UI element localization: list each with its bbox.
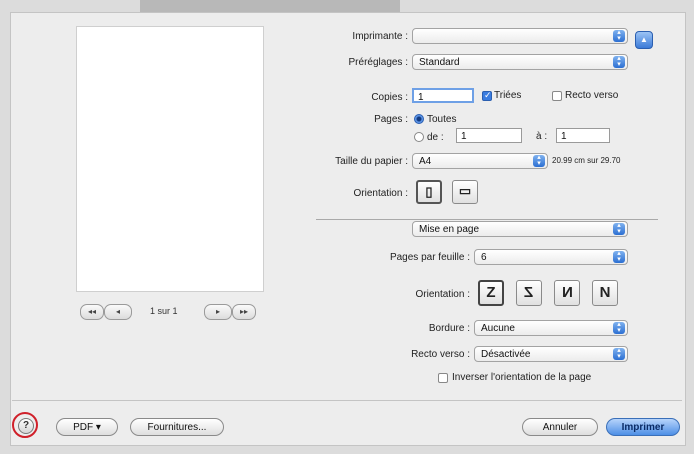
pages-range-radio[interactable] — [414, 132, 424, 142]
disclosure-up-icon: ▲ — [640, 35, 648, 44]
chevron-updown-icon: ▴ ▾ — [613, 347, 625, 360]
paper-size-value: A4 — [419, 156, 432, 167]
collated-checkbox[interactable] — [482, 90, 492, 101]
duplex-label: Recto verso : — [411, 349, 470, 360]
duplex-select[interactable]: Désactivée ▴ ▾ — [474, 346, 628, 362]
portrait-page-icon: ▯ — [425, 184, 433, 199]
layout-direction-label: Orientation : — [415, 289, 470, 300]
copies-duplex-checkbox[interactable] — [552, 91, 562, 101]
copies-label: Copies : — [371, 92, 408, 103]
copies-input[interactable]: 1 — [412, 88, 474, 103]
pages-all-radio[interactable] — [414, 114, 424, 124]
first-page-button[interactable]: ◂◂ — [80, 304, 104, 320]
layout-direction-reverse-n-button[interactable]: N — [592, 280, 618, 306]
pdf-menu-button[interactable]: PDF ▾ — [56, 418, 118, 436]
print-button[interactable]: Imprimer — [606, 418, 680, 436]
collated-label: Triées — [494, 90, 522, 101]
landscape-page-icon: ▭ — [458, 183, 472, 198]
presets-label: Préréglages : — [348, 57, 408, 68]
last-page-button[interactable]: ▸▸ — [232, 304, 256, 320]
page-counter: 1 sur 1 — [150, 306, 178, 316]
printer-select[interactable]: ▴ ▾ — [412, 28, 628, 44]
paper-size-label: Taille du papier : — [335, 156, 408, 167]
paper-dimensions: 20.99 cm sur 29.70 — [552, 156, 621, 165]
n-direction-icon: N — [561, 284, 573, 301]
border-select[interactable]: Aucune ▴ ▾ — [474, 320, 628, 336]
landscape-orientation-button[interactable]: ▭ — [452, 180, 478, 204]
duplex-value: Désactivée — [481, 349, 531, 360]
printer-label: Imprimante : — [352, 31, 408, 42]
presets-value: Standard — [419, 57, 460, 68]
footer-separator — [12, 400, 682, 401]
pages-all-label: Toutes — [427, 114, 457, 125]
reverse-orientation-checkbox[interactable] — [438, 373, 448, 383]
chevron-updown-icon: ▴ ▾ — [613, 250, 625, 263]
chevron-updown-icon: ▴ ▾ — [613, 55, 625, 68]
section-select[interactable]: Mise en page ▴ ▾ — [412, 221, 628, 237]
layout-direction-reverse-z-button[interactable]: Z — [516, 280, 542, 306]
chevron-updown-icon: ▴ ▾ — [613, 29, 625, 42]
pages-from-input[interactable]: 1 — [456, 128, 522, 143]
pages-from-label: de : — [427, 132, 444, 143]
page-preview — [76, 26, 264, 292]
reverse-orientation-label: Inverser l'orientation de la page — [452, 372, 592, 383]
pages-label: Pages : — [374, 114, 408, 125]
paper-size-select[interactable]: A4 ▴ ▾ — [412, 153, 548, 169]
copies-duplex-label: Recto verso — [565, 90, 619, 101]
previous-page-button[interactable]: ◂ — [104, 304, 132, 320]
pages-per-sheet-value: 6 — [481, 252, 487, 263]
supplies-button[interactable]: Fournitures... — [130, 418, 224, 436]
expand-details-button[interactable]: ▲ — [635, 31, 653, 49]
layout-direction-z-button[interactable]: Z — [478, 280, 504, 306]
pages-per-sheet-select[interactable]: 6 ▴ ▾ — [474, 249, 628, 265]
pages-to-label: à : — [536, 131, 548, 142]
chevron-updown-icon: ▴ ▾ — [533, 154, 545, 167]
chevron-updown-icon: ▴ ▾ — [613, 222, 625, 235]
reverse-n-direction-icon: N — [599, 284, 611, 301]
presets-select[interactable]: Standard ▴ ▾ — [412, 54, 628, 70]
layout-direction-n-button[interactable]: N — [554, 280, 580, 306]
z-direction-icon: Z — [486, 284, 496, 301]
section-separator — [316, 219, 658, 220]
question-mark-icon: ? — [22, 420, 30, 431]
cancel-button[interactable]: Annuler — [522, 418, 598, 436]
portrait-orientation-button[interactable]: ▯ — [416, 180, 442, 204]
border-label: Bordure : — [428, 323, 470, 334]
border-value: Aucune — [481, 323, 515, 334]
window-titlebar — [140, 0, 400, 12]
help-button[interactable]: ? — [18, 418, 34, 434]
pages-per-sheet-label: Pages par feuille : — [389, 252, 470, 263]
pages-to-input[interactable]: 1 — [556, 128, 610, 143]
orientation-label: Orientation : — [353, 188, 408, 199]
section-value: Mise en page — [419, 224, 480, 235]
reverse-z-direction-icon: Z — [524, 284, 534, 301]
chevron-updown-icon: ▴ ▾ — [613, 321, 625, 334]
next-page-button[interactable]: ▸ — [204, 304, 232, 320]
